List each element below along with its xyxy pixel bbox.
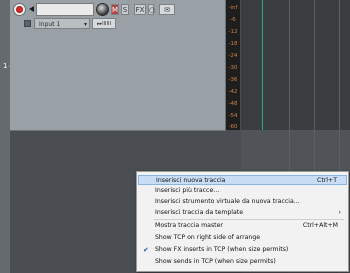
meter-tick: -48 bbox=[228, 101, 238, 107]
solo-button[interactable]: S bbox=[121, 4, 129, 15]
routing-icon[interactable] bbox=[24, 20, 31, 27]
envelope-button[interactable]: ✉ bbox=[159, 4, 175, 15]
menu-item-show-master-track[interactable]: Mostra traccia master Ctrl+Alt+M bbox=[138, 221, 347, 231]
meter-tick: -24 bbox=[228, 53, 238, 59]
arrange-track-lane[interactable] bbox=[241, 0, 350, 130]
mute-button[interactable]: M bbox=[111, 4, 119, 15]
menu-item-show-tcp-right[interactable]: Show TCP on right side of arrange bbox=[138, 233, 347, 243]
menu-item-insert-virtual-instrument[interactable]: Inserisci strumento virtuale da nuova tr… bbox=[138, 197, 347, 207]
menu-item-label: Show TCP on right side of arrange bbox=[155, 234, 261, 241]
meter-tick: -42 bbox=[228, 89, 238, 95]
meter-tick: -6 bbox=[230, 17, 236, 23]
menu-item-insert-new-track[interactable]: Inserisci nuova traccia Ctrl+T bbox=[138, 175, 347, 185]
meter-tick: -inf bbox=[228, 5, 238, 11]
meter-tick: -54 bbox=[228, 113, 238, 119]
menu-item-insert-multiple-tracks[interactable]: Inserisci più tracce... bbox=[138, 186, 347, 196]
track-number: 1 bbox=[3, 62, 8, 70]
track-name-input[interactable] bbox=[36, 3, 94, 16]
track-folder-icon[interactable] bbox=[29, 6, 34, 12]
volume-knob[interactable] bbox=[96, 3, 109, 16]
menu-item-insert-track-from-template[interactable]: Inserisci traccia da template › bbox=[138, 208, 347, 218]
menu-item-label: Show FX inserts in TCP (when size permit… bbox=[155, 246, 289, 253]
menu-item-label: Show sends in TCP (when size permits) bbox=[155, 258, 276, 265]
menu-item-label: Mostra traccia master bbox=[155, 222, 223, 229]
fx-button[interactable]: FX bbox=[134, 4, 146, 15]
tcp-top-row: M S FX ○ ✉ bbox=[10, 2, 225, 18]
submenu-arrow-icon: › bbox=[338, 209, 341, 216]
context-menu: Inserisci nuova traccia Ctrl+T Inserisci… bbox=[136, 171, 349, 272]
fx-bypass-button[interactable]: ○ bbox=[148, 4, 155, 15]
track-number-gutter bbox=[0, 0, 10, 273]
meter-tick: -12 bbox=[228, 29, 238, 35]
tcp-input-row: Input 1 ▸▸IIIIII bbox=[10, 18, 225, 32]
meter-tick: -18 bbox=[228, 41, 238, 47]
record-monitor-button[interactable]: ▸▸IIIIII bbox=[92, 18, 116, 29]
checkmark-icon: ✔ bbox=[143, 246, 149, 254]
input-select[interactable]: Input 1 bbox=[34, 18, 90, 30]
track-meter: -inf -6 -12 -18 -24 -30 -36 -42 -48 -54 … bbox=[226, 0, 240, 130]
meter-tick: -36 bbox=[228, 77, 238, 83]
menu-item-show-sends[interactable]: Show sends in TCP (when size permits) bbox=[138, 257, 347, 267]
edit-cursor bbox=[262, 0, 263, 130]
menu-separator bbox=[154, 219, 344, 220]
menu-item-show-fx-inserts[interactable]: ✔ Show FX inserts in TCP (when size perm… bbox=[138, 245, 347, 255]
menu-item-shortcut: Ctrl+T bbox=[317, 177, 337, 184]
meter-tick: -30 bbox=[228, 65, 238, 71]
menu-item-shortcut: Ctrl+Alt+M bbox=[302, 222, 338, 229]
record-arm-button[interactable] bbox=[13, 3, 26, 16]
menu-item-label: Inserisci più tracce... bbox=[155, 187, 220, 194]
menu-item-label: Inserisci traccia da template bbox=[155, 209, 244, 216]
meter-tick: -60 bbox=[228, 124, 238, 130]
menu-item-label: Inserisci strumento virtuale da nuova tr… bbox=[155, 198, 300, 205]
menu-item-label: Inserisci nuova traccia bbox=[156, 177, 226, 184]
